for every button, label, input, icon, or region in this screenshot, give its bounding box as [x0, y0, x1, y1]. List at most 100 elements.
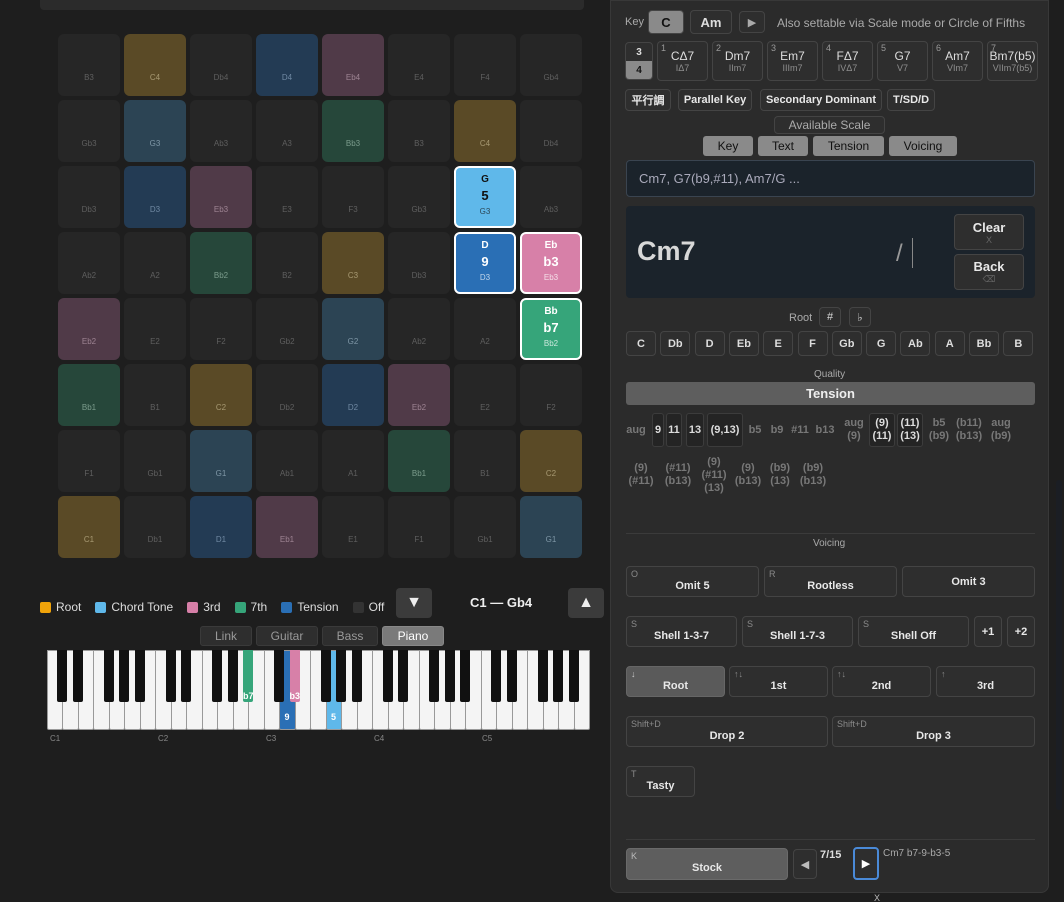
grid-pad[interactable]: F1 [58, 430, 120, 492]
tension-button[interactable]: aug (b9) [987, 413, 1015, 447]
tab-guitar[interactable]: Guitar [256, 626, 318, 646]
grid-pad[interactable]: G 5 G3 [454, 166, 516, 228]
grid-pad[interactable]: C3 [322, 232, 384, 294]
tension-button[interactable]: b13 [814, 413, 836, 447]
root-note-button[interactable]: A [934, 331, 965, 356]
black-key[interactable] [72, 650, 83, 702]
grid-pad[interactable]: Db2 [256, 364, 318, 426]
grid-pad[interactable]: Db3 [388, 232, 450, 294]
black-key[interactable] [320, 650, 331, 702]
grid-pad[interactable]: Gb1 [454, 496, 516, 558]
grid-pad[interactable]: Eb2 [388, 364, 450, 426]
grid-pad[interactable]: E3 [256, 166, 318, 228]
tension-button[interactable]: (11) (13) [897, 413, 923, 447]
grid-pad[interactable]: Gb3 [388, 166, 450, 228]
grid-pad[interactable]: Bb2 [190, 232, 252, 294]
root-note-button[interactable]: C [626, 331, 656, 356]
grid-pad[interactable]: F1 [388, 496, 450, 558]
piano-keyboard[interactable]: 9 5 b7 b3 [47, 650, 590, 730]
tension-button[interactable]: 9 [652, 413, 664, 447]
stock-prev-button[interactable]: ◀ [793, 849, 817, 879]
grid-pad[interactable]: F4 [454, 34, 516, 96]
grid-pad[interactable]: Bb1 [58, 364, 120, 426]
tension-button[interactable]: (9) (#11) [626, 453, 656, 497]
grid-pad[interactable]: D 9 D3 [454, 232, 516, 294]
grid-pad[interactable]: C2 [520, 430, 582, 492]
secondary-dominant-button[interactable]: Secondary Dominant [760, 89, 882, 111]
grid-pad[interactable]: Gb3 [58, 100, 120, 162]
tension-button[interactable]: (#11) (b13) [660, 453, 696, 497]
seventh-toggle[interactable]: 3 4 [625, 42, 653, 80]
tension-button[interactable]: (b9) (13) [766, 453, 794, 497]
diatonic-chord-button[interactable]: 7 Bm7(b5) VIIm7(b5) [987, 41, 1038, 81]
grid-pad[interactable]: Eb3 [190, 166, 252, 228]
grid-pad[interactable]: Db4 [520, 100, 582, 162]
diatonic-chord-button[interactable]: 2 Dm7 IIm7 [712, 41, 763, 81]
octave-up-button[interactable]: ▲ [568, 588, 604, 618]
black-key[interactable] [382, 650, 393, 702]
tension-button[interactable]: (b11) (b13) [954, 413, 984, 447]
play-icon[interactable]: ▶ [739, 11, 765, 33]
inversion-3rd-button[interactable]: ↑ 3rd [936, 666, 1035, 697]
shell-173-button[interactable]: S Shell 1-7-3 [742, 616, 853, 647]
grid-pad[interactable]: F2 [190, 298, 252, 360]
rootless-button[interactable]: R Rootless [764, 566, 897, 597]
tab-voicing[interactable]: Voicing [889, 136, 957, 156]
grid-pad[interactable]: B1 [454, 430, 516, 492]
tension-button[interactable]: (9,13) [707, 413, 743, 447]
black-key[interactable] [103, 650, 114, 702]
black-key[interactable] [491, 650, 502, 702]
grid-pad[interactable]: A2 [124, 232, 186, 294]
plus2-button[interactable]: +2 [1007, 616, 1035, 647]
grid-pad[interactable]: E2 [454, 364, 516, 426]
plus1-button[interactable]: +1 [974, 616, 1002, 647]
grid-pad[interactable]: D4 [256, 34, 318, 96]
octave-down-button[interactable]: ▼ [396, 588, 432, 618]
grid-pad[interactable]: F3 [322, 166, 384, 228]
tsdd-button[interactable]: T/SD/D [887, 89, 935, 111]
back-button[interactable]: Back ⌫ [954, 254, 1024, 290]
grid-pad[interactable]: B2 [256, 232, 318, 294]
root-note-button[interactable]: Eb [728, 331, 759, 356]
grid-pad[interactable]: D2 [322, 364, 384, 426]
grid-pad[interactable]: C4 [124, 34, 186, 96]
grid-pad[interactable]: Gb4 [520, 34, 582, 96]
grid-pad[interactable]: E1 [322, 496, 384, 558]
shell-137-button[interactable]: S Shell 1-3-7 [626, 616, 737, 647]
grid-pad[interactable]: D1 [190, 496, 252, 558]
shell-off-button[interactable]: S Shell Off [858, 616, 969, 647]
drop2-button[interactable]: Shift+D Drop 2 [626, 716, 828, 747]
tension-button[interactable]: aug (9) [841, 413, 867, 447]
diatonic-chord-button[interactable]: 3 Em7 IIIm7 [767, 41, 818, 81]
inversion-1st-button[interactable]: ↑↓ 1st [729, 666, 828, 697]
black-key[interactable] [227, 650, 238, 702]
grid-pad[interactable]: E4 [388, 34, 450, 96]
grid-pad[interactable]: G1 [190, 430, 252, 492]
tab-tension[interactable]: Tension [813, 136, 884, 156]
flat-button[interactable]: ♭ [849, 307, 871, 327]
grid-pad[interactable]: A2 [454, 298, 516, 360]
black-key[interactable] [181, 650, 192, 702]
grid-pad[interactable]: Db3 [58, 166, 120, 228]
toggle-seventh[interactable]: 4 [626, 61, 652, 79]
grid-pad[interactable]: B1 [124, 364, 186, 426]
grid-pad[interactable]: Db4 [190, 34, 252, 96]
clear-button[interactable]: Clear X [954, 214, 1024, 250]
grid-pad[interactable]: G1 [520, 496, 582, 558]
grid-pad[interactable]: Ab2 [388, 298, 450, 360]
tension-button[interactable]: b5 [746, 413, 764, 447]
inversion-root-button[interactable]: ↓ Root [626, 666, 725, 697]
root-note-button[interactable]: D [694, 331, 725, 356]
grid-pad[interactable]: D3 [124, 166, 186, 228]
black-key[interactable] [444, 650, 455, 702]
grid-pad[interactable]: A1 [322, 430, 384, 492]
black-key[interactable] [568, 650, 579, 702]
tension-button[interactable]: #11 [789, 413, 811, 447]
root-note-button[interactable]: B [1003, 331, 1034, 356]
black-key[interactable] [336, 650, 347, 702]
grid-pad[interactable]: C4 [454, 100, 516, 162]
grid-pad[interactable]: Bb1 [388, 430, 450, 492]
parallel-key-button[interactable]: Parallel Key [678, 89, 752, 111]
root-note-button[interactable]: G [866, 331, 897, 356]
grid-pad[interactable]: Db1 [124, 496, 186, 558]
